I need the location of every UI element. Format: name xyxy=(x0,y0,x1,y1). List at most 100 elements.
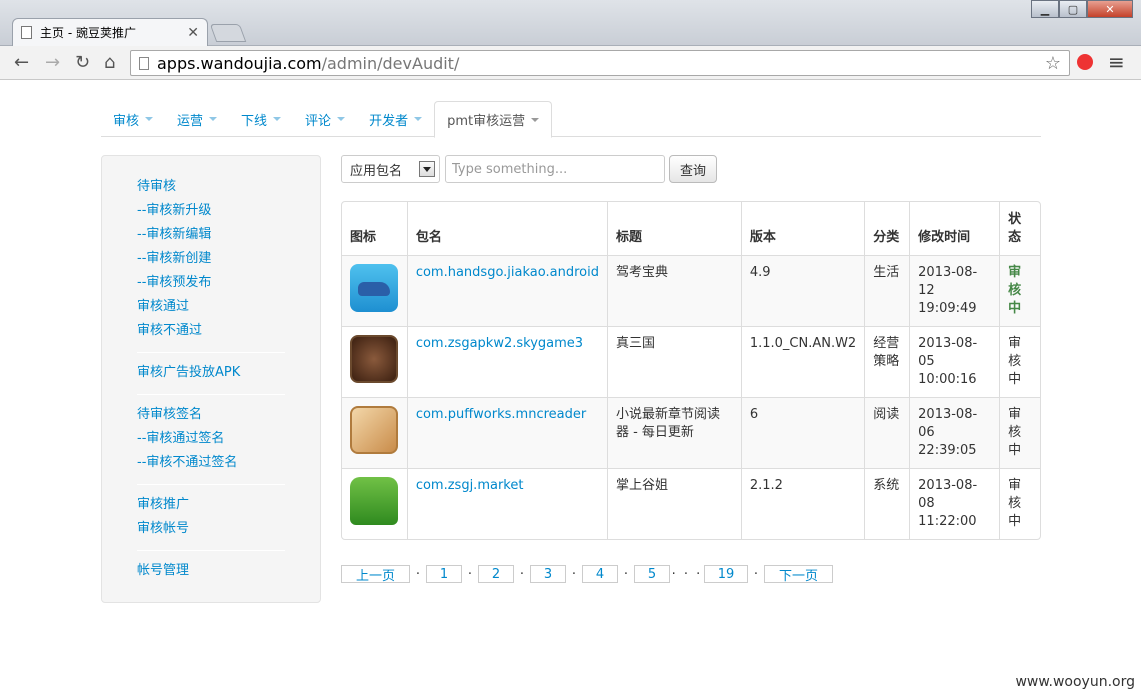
table-row: com.zsgj.market 掌上谷姐 2.1.2 系统 2013-08-08… xyxy=(342,468,1040,539)
page-2-button[interactable]: 2 xyxy=(478,565,514,583)
sidebar-item-audit-account[interactable]: 审核帐号 xyxy=(137,517,189,541)
bookmark-star-icon[interactable]: ☆ xyxy=(1045,53,1061,74)
prev-page-button[interactable]: 上一页 xyxy=(341,565,410,584)
caret-down-icon xyxy=(273,117,282,121)
watermark-text: www.wooyun.org xyxy=(1015,674,1135,690)
col-title: 标题 xyxy=(606,202,741,255)
browser-toolbar: ← → ↻ ⌂ apps.wandoujia.com/admin/devAudi… xyxy=(0,46,1141,80)
home-icon[interactable]: ⌂ xyxy=(104,52,115,73)
query-button[interactable]: 查询 xyxy=(669,155,717,183)
browser-tab[interactable]: 主页 - 豌豆荚推广 ✕ xyxy=(12,18,208,46)
sidebar-item-new-edit[interactable]: --审核新编辑 xyxy=(137,223,211,247)
app-version: 4.9 xyxy=(740,255,865,326)
reload-icon[interactable]: ↻ xyxy=(75,52,90,73)
top-nav-tabs: 审核 运营 下线 评论 开发者 pmt审核运营 xyxy=(101,101,1041,138)
sidebar-item-approved[interactable]: 审核通过 xyxy=(137,295,211,319)
table-header-row: 图标 包名 标题 版本 分类 修改时间 状态 xyxy=(342,202,1040,255)
back-icon[interactable]: ← xyxy=(14,52,29,73)
sidebar-group-audit: 待审核 --审核新升级 --审核新编辑 --审核新创建 --审核预发布 审核通过… xyxy=(137,175,211,343)
next-page-button[interactable]: 下一页 xyxy=(764,565,833,584)
window-controls: ▁ ▢ ✕ xyxy=(1031,0,1133,18)
forward-icon[interactable]: → xyxy=(45,52,60,73)
tab-operations[interactable]: 运营 xyxy=(165,101,229,137)
page-19-button[interactable]: 19 xyxy=(704,565,748,583)
maximize-button[interactable]: ▢ xyxy=(1059,0,1087,18)
sidebar-item-rejected[interactable]: 审核不通过 xyxy=(137,319,211,343)
app-category: 经营策略 xyxy=(864,326,910,397)
sidebar-group-accounts: 帐号管理 xyxy=(137,559,189,583)
table-row: com.handsgo.jiakao.android 驾考宝典 4.9 生活 2… xyxy=(342,255,1040,326)
tab-pmt-audit-ops[interactable]: pmt审核运营 xyxy=(434,101,553,138)
sidebar-divider xyxy=(137,550,285,551)
sidebar-divider xyxy=(137,394,285,395)
app-icon-market xyxy=(350,477,398,525)
status-badge: 审核中 xyxy=(999,397,1040,468)
search-input[interactable] xyxy=(445,155,665,183)
sidebar-item-pending-signature[interactable]: 待审核签名 xyxy=(137,403,237,427)
col-version: 版本 xyxy=(740,202,864,255)
app-title: 掌上谷姐 xyxy=(606,468,741,539)
address-bar[interactable]: apps.wandoujia.com/admin/devAudit/ ☆ xyxy=(130,50,1070,76)
sidebar-item-new-create[interactable]: --审核新创建 xyxy=(137,247,211,271)
table-row: com.zsgapkw2.skygame3 真三国 1.1.0_CN.AN.W2… xyxy=(342,326,1040,397)
sidebar: 待审核 --审核新升级 --审核新编辑 --审核新创建 --审核预发布 审核通过… xyxy=(101,155,321,603)
sidebar-divider xyxy=(137,352,285,353)
status-badge: 审核中 xyxy=(999,326,1040,397)
new-tab-button[interactable] xyxy=(209,24,247,42)
page-icon xyxy=(21,26,32,39)
sidebar-item-new-upgrade[interactable]: --审核新升级 xyxy=(137,199,211,223)
package-link[interactable]: com.zsgapkw2.skygame3 xyxy=(416,336,583,351)
url-path: /admin/devAudit/ xyxy=(321,53,460,73)
url-host: apps.wandoujia.com xyxy=(157,53,322,73)
modified-time: 2013-08-06 22:39:05 xyxy=(909,397,1000,468)
package-link[interactable]: com.handsgo.jiakao.android xyxy=(416,265,599,280)
pager-ellipsis: · · · xyxy=(671,566,703,582)
caret-down-icon xyxy=(145,117,154,121)
window-titlebar: 主页 - 豌豆荚推广 ✕ ▁ ▢ ✕ xyxy=(0,0,1141,46)
menu-icon[interactable]: ≡ xyxy=(1108,50,1125,74)
sidebar-item-ad-apk[interactable]: 审核广告投放APK xyxy=(137,361,240,385)
package-link[interactable]: com.zsgj.market xyxy=(416,478,524,493)
tab-developers[interactable]: 开发者 xyxy=(357,101,434,137)
app-category: 生活 xyxy=(864,255,910,326)
sidebar-group-ads: 审核广告投放APK xyxy=(137,361,240,385)
tab-offline[interactable]: 下线 xyxy=(229,101,293,137)
app-category: 系统 xyxy=(864,468,910,539)
sidebar-divider xyxy=(137,484,285,485)
sidebar-item-pre-release[interactable]: --审核预发布 xyxy=(137,271,211,295)
sidebar-item-audit-promotion[interactable]: 审核推广 xyxy=(137,493,189,517)
page-5-button[interactable]: 5 xyxy=(634,565,670,583)
pagination: 上一页 · 1 · 2 · 3 · 4 · 5 · · · 19 · 下一页 xyxy=(341,565,833,584)
search-field-select[interactable]: 应用包名 xyxy=(341,155,440,183)
dropdown-arrow-icon[interactable] xyxy=(419,161,435,177)
extension-icon[interactable] xyxy=(1077,54,1093,70)
caret-down-icon xyxy=(531,117,540,122)
minimize-button[interactable]: ▁ xyxy=(1031,0,1059,18)
app-version: 1.1.0_CN.AN.W2 xyxy=(740,326,865,397)
tab-comments[interactable]: 评论 xyxy=(293,101,357,137)
app-icon-jiakao xyxy=(350,264,398,312)
app-title: 驾考宝典 xyxy=(606,255,741,326)
app-version: 6 xyxy=(740,397,865,468)
sidebar-item-account-management[interactable]: 帐号管理 xyxy=(137,559,189,583)
tab-audit[interactable]: 审核 xyxy=(101,101,165,137)
sidebar-group-promo: 审核推广 审核帐号 xyxy=(137,493,189,541)
page-1-button[interactable]: 1 xyxy=(426,565,462,583)
col-modified: 修改时间 xyxy=(909,202,999,255)
col-status: 状态 xyxy=(999,202,1040,255)
page-3-button[interactable]: 3 xyxy=(530,565,566,583)
sidebar-item-pending[interactable]: 待审核 xyxy=(137,175,211,199)
col-icon: 图标 xyxy=(350,230,377,245)
app-title: 小说最新章节阅读器 - 每日更新 xyxy=(606,397,741,468)
page-4-button[interactable]: 4 xyxy=(582,565,618,583)
status-badge: 审核中 xyxy=(999,468,1040,539)
sidebar-item-approved-signature[interactable]: --审核通过签名 xyxy=(137,427,237,451)
sidebar-group-signatures: 待审核签名 --审核通过签名 --审核不通过签名 xyxy=(137,403,237,475)
app-icon-skygame xyxy=(350,335,398,383)
filter-bar: 应用包名 查询 xyxy=(341,155,717,183)
package-link[interactable]: com.puffworks.mncreader xyxy=(416,407,586,422)
close-window-button[interactable]: ✕ xyxy=(1087,0,1133,18)
app-category: 阅读 xyxy=(864,397,910,468)
close-tab-icon[interactable]: ✕ xyxy=(187,25,199,41)
sidebar-item-rejected-signature[interactable]: --审核不通过签名 xyxy=(137,451,237,475)
